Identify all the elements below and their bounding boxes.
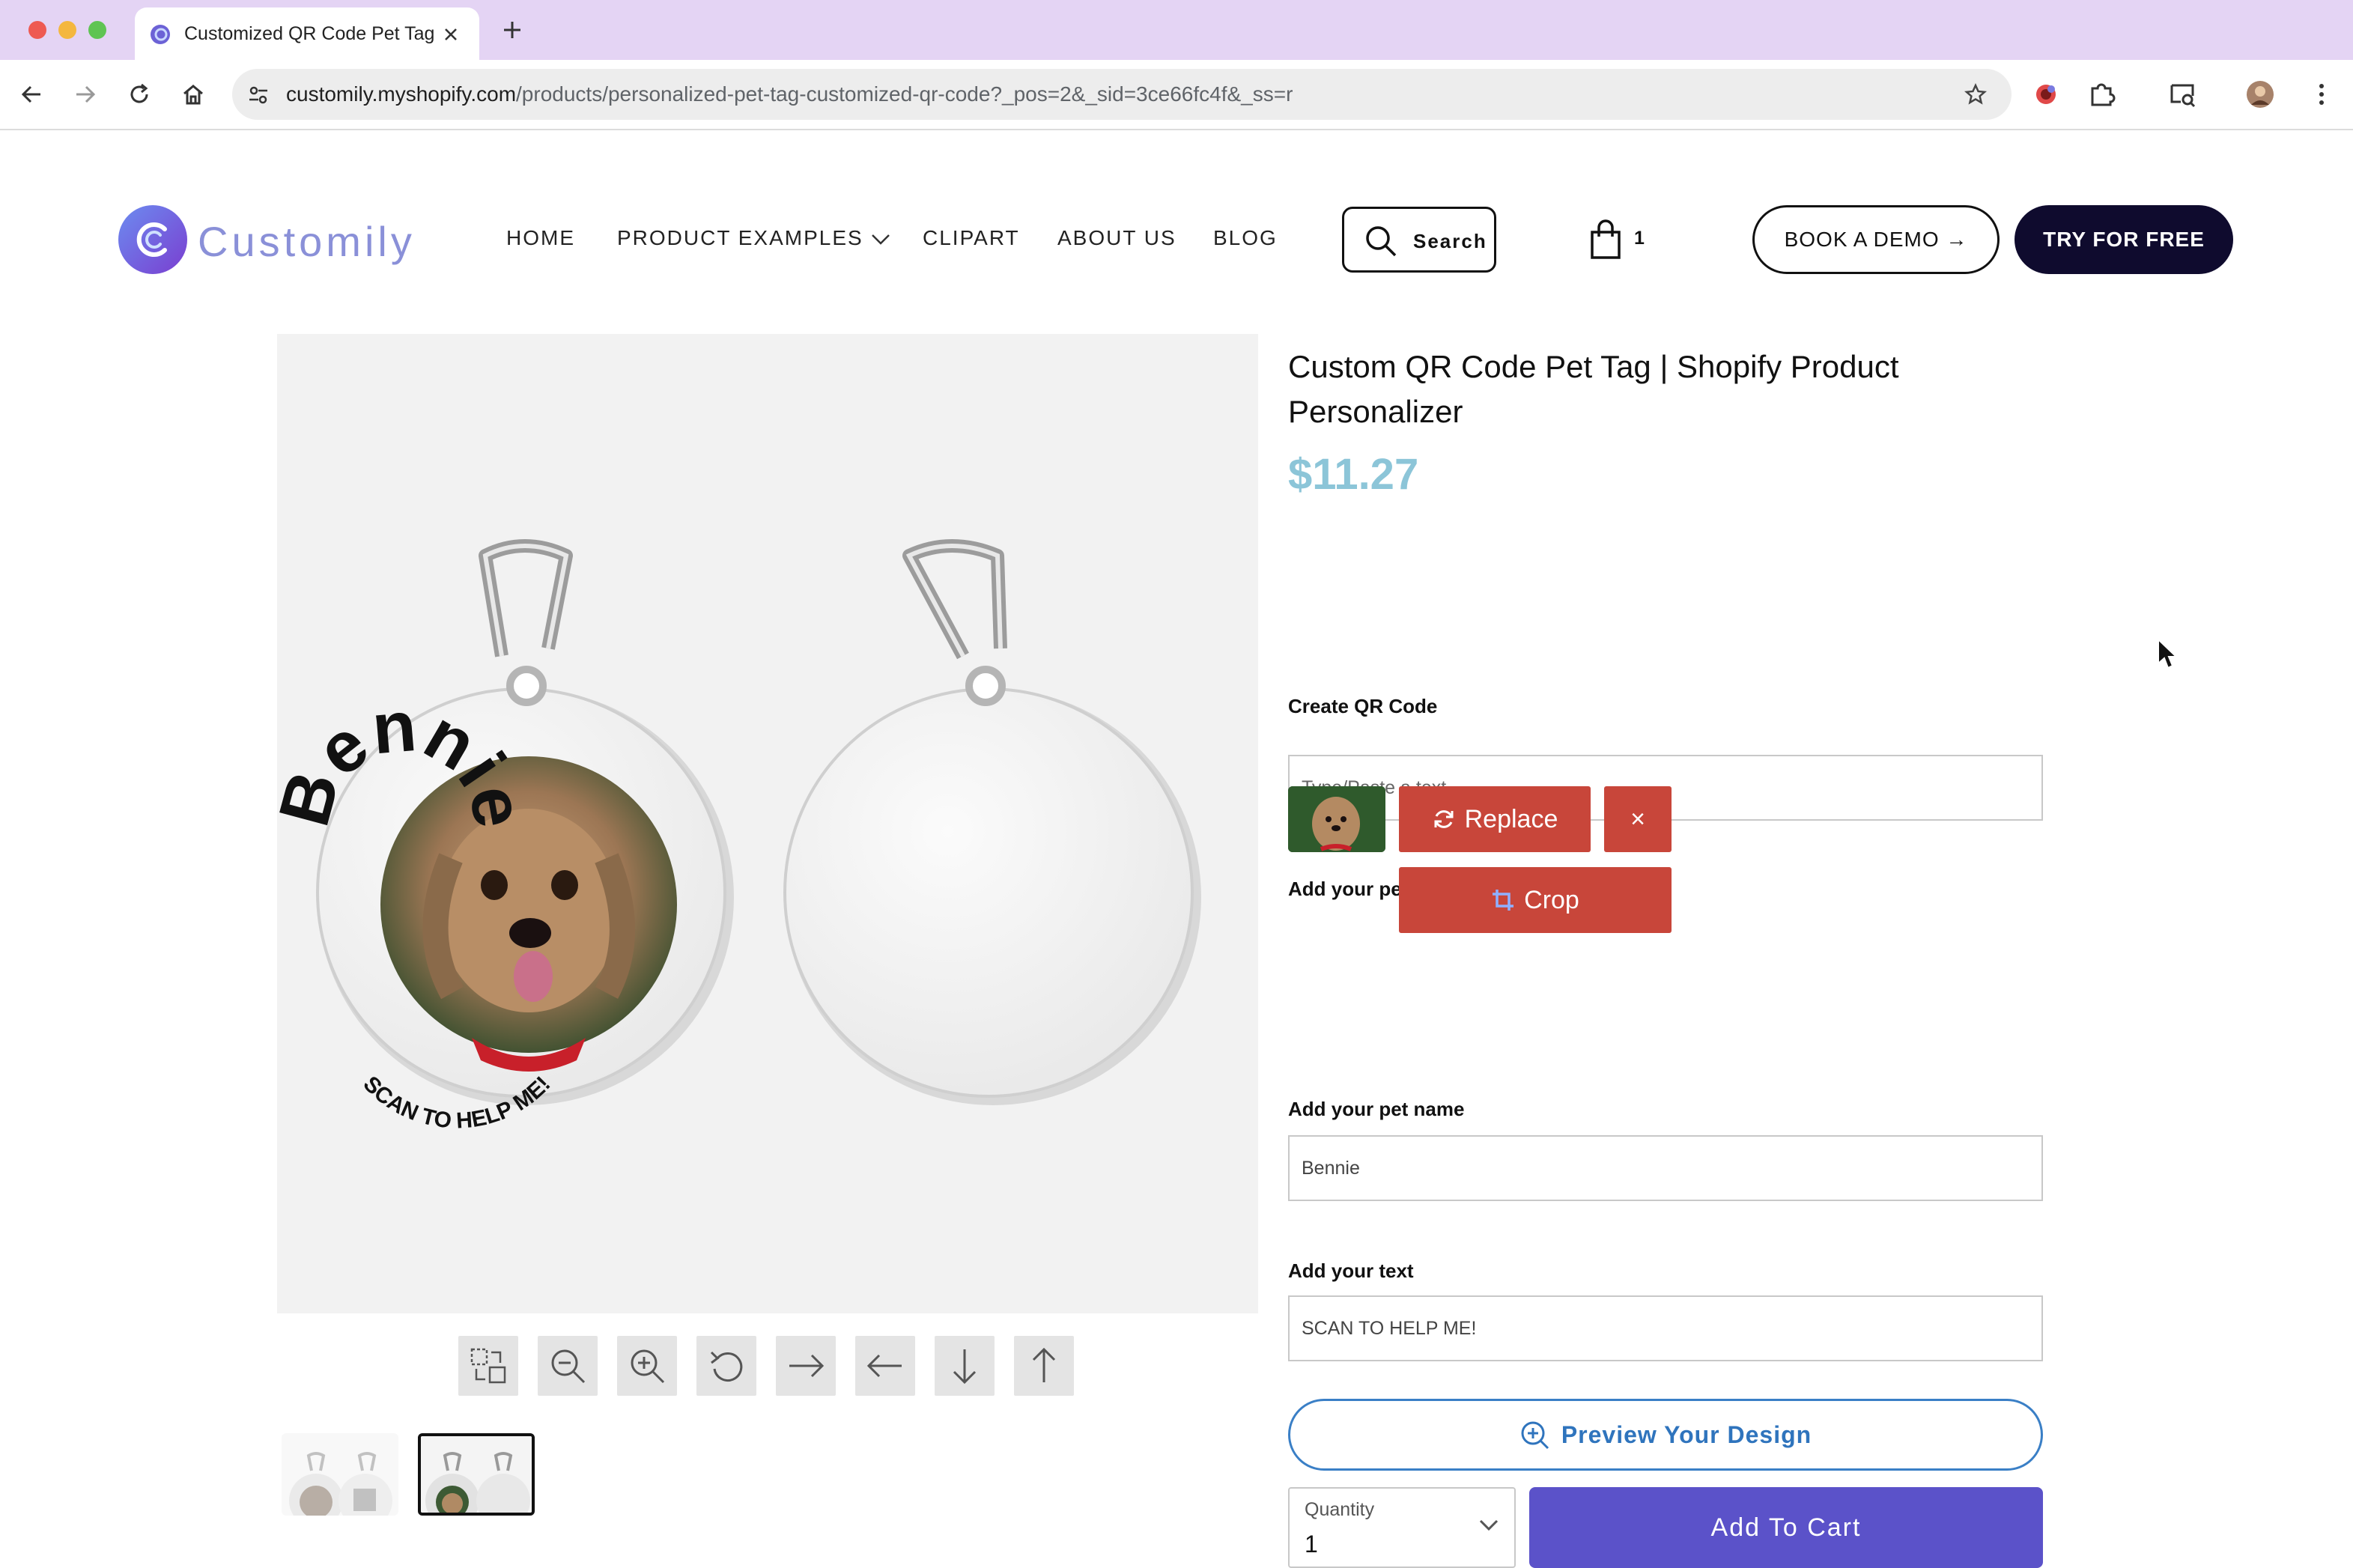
zoom-preview-icon [1521,1421,1549,1449]
crop-label: Crop [1524,886,1579,914]
preview-design-button[interactable]: Preview Your Design [1288,1399,2043,1471]
nav-product-examples[interactable]: PRODUCT EXAMPLES [617,226,890,250]
move-right-button[interactable] [776,1336,836,1396]
chevron-down-icon [871,234,890,245]
zoom-out-icon [551,1349,586,1384]
address-bar[interactable]: customily.myshopify.com/products/persona… [232,69,2012,120]
chevron-down-icon [1479,1519,1499,1531]
crop-icon [1493,890,1514,911]
browser-menu-icon[interactable] [2307,79,2337,109]
add-to-cart-button[interactable]: Add To Cart [1529,1487,2043,1568]
navigation-bar: customily.myshopify.com/products/persona… [0,60,2353,130]
browser-chrome: Customized QR Code Pet Tag customily.mys… [0,0,2353,130]
pet-photo-image [1288,786,1385,852]
thumbnail-image [282,1433,398,1516]
product-title: Custom QR Code Pet Tag | Shopify Product… [1288,349,1899,429]
profile-avatar[interactable] [2245,79,2275,109]
search-button-label: Search [1413,230,1487,252]
pet-photo-thumbnail[interactable] [1288,786,1385,852]
cast-search-icon[interactable] [2167,79,2197,109]
pet-name-input[interactable] [1288,1135,2043,1201]
nav-about-us[interactable]: ABOUT US [1057,226,1176,250]
tab-strip: Customized QR Code Pet Tag [0,0,2353,60]
page-content: Customily HOME PRODUCT EXAMPLES CLIPART … [0,130,2353,1568]
search-button[interactable]: Search [1342,207,1496,273]
customily-logo-icon [118,205,187,274]
customily-favicon-icon [151,25,170,44]
qr-code-label: Create QR Code [1288,695,1438,717]
product-form: Custom QR Code Pet Tag | Shopify Product… [1288,334,2044,1568]
pet-tag-preview: Bennie SCAN TO HELP ME! [277,539,1201,1134]
mouse-cursor-icon [2158,638,2178,669]
crop-photo-button[interactable]: Crop [1399,867,1672,933]
preview-design-label: Preview Your Design [1561,1421,1812,1448]
fit-icon [470,1348,506,1384]
book-demo-button[interactable]: BOOK A DEMO → [1752,205,2000,274]
close-window-button[interactable] [28,21,46,39]
custom-text-input[interactable] [1288,1295,2043,1361]
maximize-window-button[interactable] [88,21,106,39]
refresh-icon [1434,810,1454,828]
quantity-label: Quantity [1305,1499,1375,1520]
back-icon[interactable] [18,81,45,108]
move-up-button[interactable] [1014,1336,1074,1396]
minimize-window-button[interactable] [58,21,76,39]
quantity-value: 1 [1305,1531,1318,1558]
shopping-bag-icon[interactable] [1586,219,1631,261]
preview-toolbar [458,1336,1080,1396]
rotate-icon [710,1351,743,1382]
pet-name-label: Add your pet name [1288,1098,1465,1120]
nav-home[interactable]: HOME [506,226,575,250]
try-for-free-button[interactable]: TRY FOR FREE [2015,205,2233,274]
browser-tab[interactable]: Customized QR Code Pet Tag [135,7,479,60]
arrow-left-icon [866,1354,902,1378]
gallery-thumbnail[interactable] [282,1433,398,1516]
new-tab-icon[interactable] [500,18,524,42]
nav-clipart[interactable]: CLIPART [923,226,1020,250]
product-preview-canvas[interactable]: Bennie SCAN TO HELP ME! [277,334,1258,1313]
nav-blog[interactable]: BLOG [1213,226,1278,250]
arrow-down-icon [953,1349,977,1385]
logo-wordmark: Customily [198,218,416,265]
gallery-thumbnail-active[interactable] [418,1433,535,1516]
thumbnail-image [421,1436,532,1513]
arrow-up-icon [1032,1347,1056,1382]
zoom-in-button[interactable] [617,1336,677,1396]
move-down-button[interactable] [935,1336,995,1396]
zoom-in-icon [631,1349,665,1384]
arrow-right-icon [789,1354,825,1378]
replace-photo-button[interactable]: Replace [1399,786,1591,852]
search-icon [1366,226,1397,257]
nav-product-examples-label: PRODUCT EXAMPLES [617,226,863,249]
quantity-select[interactable]: Quantity 1 [1288,1487,1516,1568]
fit-button[interactable] [458,1336,518,1396]
custom-text-label: Add your text [1288,1259,1414,1282]
zoom-out-button[interactable] [538,1336,598,1396]
move-left-button[interactable] [855,1336,915,1396]
back-tag [783,539,1201,1105]
tab-title: Customized QR Code Pet Tag [184,23,434,44]
forward-icon[interactable] [72,81,99,108]
product-price: $11.27 [1288,450,1419,499]
bookmark-star-icon[interactable] [1964,82,1988,106]
rotate-button[interactable] [696,1336,756,1396]
close-tab-icon[interactable] [442,25,460,43]
url-text: customily.myshopify.com/products/persona… [286,82,1293,106]
reload-icon[interactable] [126,81,153,108]
front-tag: Bennie SCAN TO HELP ME! [277,539,734,1134]
extensions-puzzle-icon[interactable] [2086,79,2116,109]
replace-label: Replace [1464,805,1558,833]
home-icon[interactable] [180,81,207,108]
cart-count: 1 [1634,228,1645,249]
site-info-icon[interactable] [247,84,270,106]
remove-photo-button[interactable]: × [1604,786,1672,852]
site-logo[interactable]: Customily [117,204,412,276]
extension-icon[interactable] [2031,79,2061,109]
